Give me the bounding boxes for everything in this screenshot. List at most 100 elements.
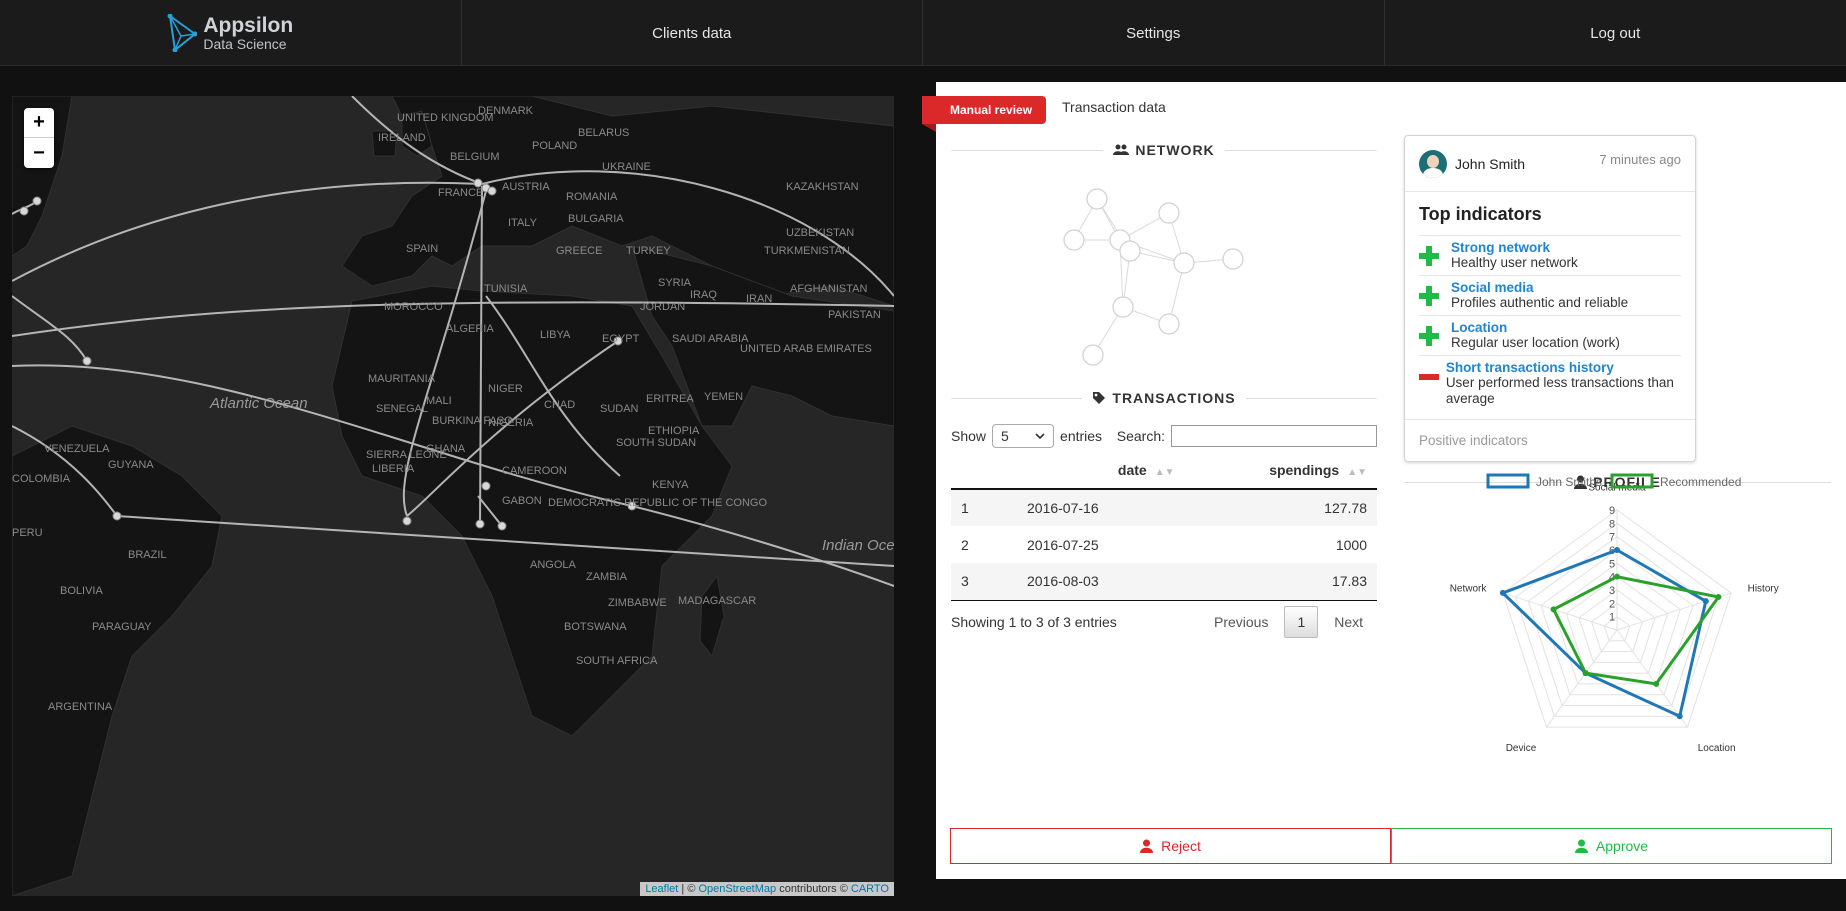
svg-text:BELARUS: BELARUS <box>578 127 629 139</box>
zoom-control: + − <box>24 108 54 168</box>
radar-point <box>1653 680 1660 687</box>
reject-button[interactable]: Reject <box>950 828 1391 864</box>
svg-text:ZAMBIA: ZAMBIA <box>586 571 628 583</box>
svg-text:MAURITANIA: MAURITANIA <box>368 373 436 385</box>
next-button[interactable]: Next <box>1324 607 1373 637</box>
radar-tick-label: 7 <box>1609 532 1615 544</box>
user-icon <box>1140 839 1154 853</box>
svg-text:IRAN: IRAN <box>746 293 772 305</box>
svg-text:SYRIA: SYRIA <box>658 277 692 289</box>
map-attribution: Leaflet | © OpenStreetMap contributors ©… <box>640 882 894 896</box>
svg-text:SPAIN: SPAIN <box>406 243 438 255</box>
nav-settings[interactable]: Settings <box>923 0 1385 66</box>
svg-text:BELGIUM: BELGIUM <box>450 151 500 163</box>
indicator-item: Location Regular user location (work) <box>1419 315 1681 355</box>
card-title: Top indicators <box>1419 204 1542 224</box>
row-date: 2016-08-03 <box>1017 563 1175 601</box>
transaction-data-tab[interactable]: Transaction data <box>1062 99 1166 115</box>
page-size-select[interactable]: 5 <box>992 424 1055 448</box>
svg-text:GUYANA: GUYANA <box>108 459 154 471</box>
svg-text:POLAND: POLAND <box>532 140 577 152</box>
table-row[interactable]: 1 2016-07-16 127.78 <box>951 489 1377 526</box>
svg-text:NIGERIA: NIGERIA <box>488 417 534 429</box>
col-spendings[interactable]: spendings ▲▼ <box>1174 452 1377 490</box>
svg-text:KENYA: KENYA <box>652 479 689 491</box>
radar-point <box>1582 670 1589 677</box>
svg-text:Atlantic Ocean: Atlantic Ocean <box>209 395 308 412</box>
action-buttons: Reject Approve <box>950 828 1832 864</box>
row-spendings: 127.78 <box>1174 489 1377 526</box>
previous-button[interactable]: Previous <box>1204 607 1278 637</box>
svg-text:FRANCE: FRANCE <box>438 187 483 199</box>
nav-log-out[interactable]: Log out <box>1385 0 1846 66</box>
radar-tick-label: 9 <box>1609 505 1615 517</box>
radar-axis-label: History <box>1748 584 1779 595</box>
radar-tick-label: 8 <box>1609 518 1615 530</box>
svg-text:LIBYA: LIBYA <box>540 329 571 341</box>
leaflet-link[interactable]: Leaflet <box>645 883 678 895</box>
radar-point <box>1715 594 1722 601</box>
approve-button[interactable]: Approve <box>1391 828 1832 864</box>
indicator-title[interactable]: Location <box>1451 320 1620 335</box>
world-map[interactable]: UNITED KINGDOM IRELAND DENMARK BELARUS P… <box>12 96 894 896</box>
card-header: John Smith 7 minutes ago <box>1405 136 1695 192</box>
page-size-value: 5 <box>1001 428 1009 444</box>
svg-text:BRAZIL: BRAZIL <box>128 549 167 561</box>
logo[interactable]: Appsilon Data Science <box>0 0 462 66</box>
timestamp: 7 minutes ago <box>1599 152 1681 167</box>
carto-link[interactable]: CARTO <box>851 883 889 895</box>
row-date: 2016-07-16 <box>1017 489 1175 526</box>
indicator-title[interactable]: Social media <box>1451 280 1628 295</box>
radar-tick-label: 1 <box>1609 612 1615 624</box>
row-spendings: 1000 <box>1335 536 1367 553</box>
svg-text:UZBEKISTAN: UZBEKISTAN <box>786 227 854 239</box>
svg-text:DEMOCRATIC REPUBLIC OF THE CON: DEMOCRATIC REPUBLIC OF THE CONGO <box>548 497 767 509</box>
chevron-down-icon <box>1035 433 1045 439</box>
row-index: 2 <box>961 536 969 553</box>
zoom-in-button[interactable]: + <box>24 108 54 138</box>
osm-link[interactable]: OpenStreetMap <box>698 883 776 895</box>
page-button[interactable]: 1 <box>1284 606 1319 638</box>
sort-icon: ▲▼ <box>1347 467 1367 478</box>
zoom-out-button[interactable]: − <box>24 138 54 168</box>
radar-point <box>1550 606 1557 613</box>
col-date[interactable]: date ▲▼ <box>1017 452 1175 490</box>
logo-subtitle: Data Science <box>203 36 287 52</box>
svg-text:SIERRA LEONE: SIERRA LEONE <box>366 449 447 461</box>
svg-text:MALI: MALI <box>426 395 452 407</box>
svg-text:LIBERIA: LIBERIA <box>372 463 415 475</box>
show-label: Show <box>951 428 987 444</box>
logo-title: Appsilon <box>203 14 294 37</box>
indicator-item: Social media Profiles authentic and reli… <box>1419 275 1681 315</box>
table-row[interactable]: 3 2016-08-03 17.83 <box>951 563 1377 601</box>
svg-text:ARGENTINA: ARGENTINA <box>48 701 113 713</box>
table-header-row: date ▲▼ spendings ▲▼ <box>951 452 1377 490</box>
attribution-contributors: contributors © <box>776 883 851 895</box>
svg-text:Indian Ocean: Indian Ocean <box>822 537 894 554</box>
search-input[interactable] <box>1171 425 1377 447</box>
transactions-header: TRANSACTIONS <box>951 390 1378 406</box>
radar-tick-label: 5 <box>1609 558 1615 570</box>
indicator-title[interactable]: Short transactions history <box>1446 360 1681 375</box>
svg-text:ITALY: ITALY <box>508 217 538 229</box>
network-header: NETWORK <box>951 142 1378 158</box>
minus-icon <box>1419 374 1439 380</box>
network-graph[interactable] <box>1056 182 1276 372</box>
svg-text:TURKMENISTAN: TURKMENISTAN <box>764 245 850 257</box>
land-madagascar <box>699 574 725 658</box>
svg-text:CAMEROON: CAMEROON <box>502 465 567 477</box>
svg-text:GREECE: GREECE <box>556 245 602 257</box>
svg-text:VENEZUELA: VENEZUELA <box>44 443 110 455</box>
manual-review-tab[interactable]: Manual review <box>922 96 1047 132</box>
transactions-table: date ▲▼ spendings ▲▼ 1 2016-07-16 127.78 2… <box>951 452 1377 601</box>
radar-axis-label: Device <box>1506 743 1537 754</box>
legend-label: Recommended <box>1660 475 1741 489</box>
table-row[interactable]: 2 2016-07-25 1000 <box>951 526 1377 563</box>
nav-clients-data[interactable]: Clients data <box>462 0 923 66</box>
indicator-title[interactable]: Strong network <box>1451 240 1578 255</box>
map-view[interactable]: UNITED KINGDOM IRELAND DENMARK BELARUS P… <box>12 96 894 896</box>
profile-radar-chart[interactable]: Social mediaHistoryLocationDeviceNetwork… <box>1404 442 1831 792</box>
radar-point <box>1676 713 1683 720</box>
svg-text:SAUDI ARABIA: SAUDI ARABIA <box>672 333 749 345</box>
radar-tick-label: 3 <box>1609 585 1615 597</box>
